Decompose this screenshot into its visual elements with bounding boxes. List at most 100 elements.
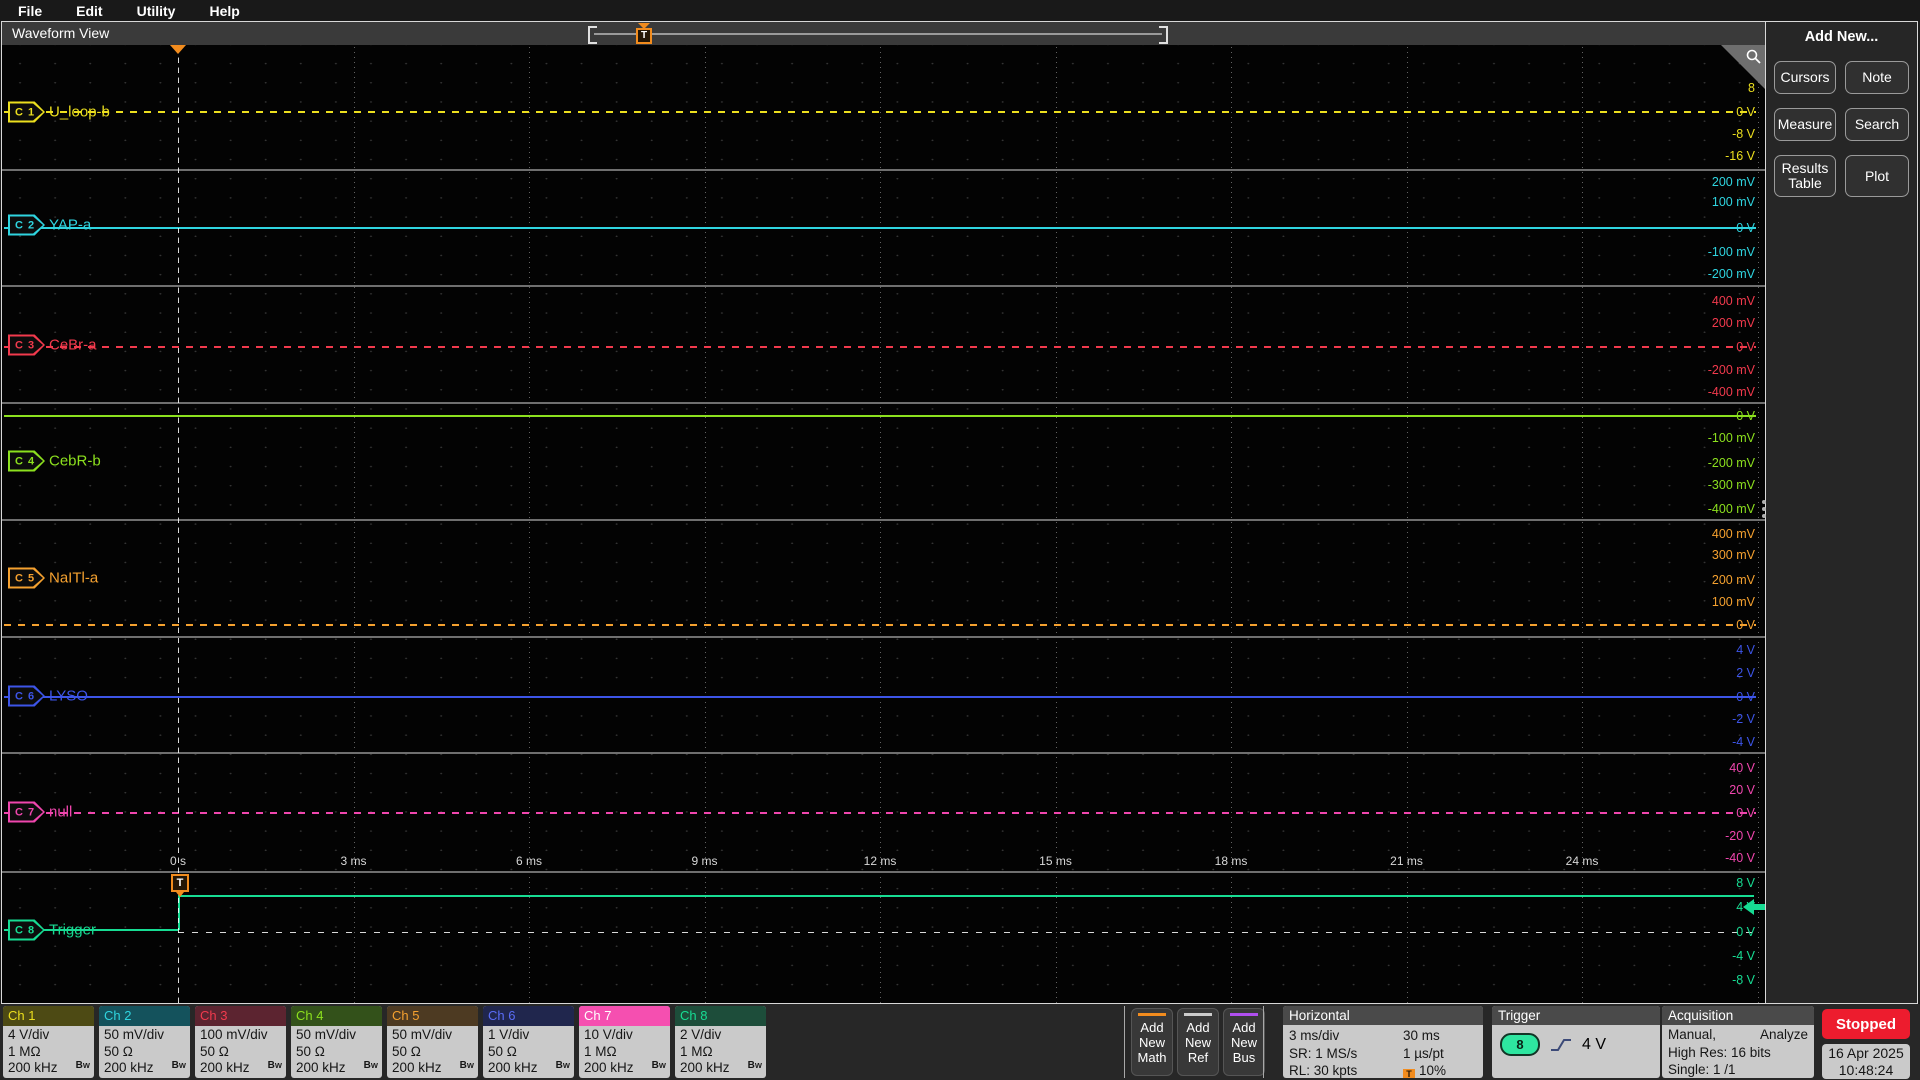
channel-badge-ch-8[interactable]: Ch 82 V/div 1 MΩ 200 kHz BW (675, 1006, 766, 1078)
bandwidth-limit-icon: BW (363, 1060, 378, 1071)
axis-tick-c3: -400 mV (1707, 385, 1755, 399)
waveform-trace-c7 (4, 812, 1756, 814)
waveform-view-title: Waveform View (12, 25, 110, 41)
acquisition-panel[interactable]: Acquisition Manual, Analyze High Res: 16… (1662, 1006, 1814, 1078)
axis-tick-c4: -300 mV (1707, 478, 1755, 492)
channel-badge-ch-5[interactable]: Ch 5 50 mV/div 50 Ω 200 kHz BW (387, 1006, 478, 1078)
horizontal-value: RL: 30 kpts (1289, 1063, 1358, 1078)
channel-label-cebr-a[interactable]: CeBr-a (49, 337, 97, 354)
menu-file[interactable]: File (18, 3, 42, 19)
axis-tick-c3: 200 mV (1711, 316, 1755, 330)
add-new-ref-button[interactable]: Add New Ref (1177, 1008, 1219, 1076)
minimap-left-bracket (588, 26, 597, 44)
acquisition-mode: Manual, (1668, 1027, 1717, 1042)
channel-badge-header: Ch 2 (99, 1006, 190, 1026)
waveform-graticule[interactable]: C 1 U_loop-b 8 0 V -8 V -16 VC 2 YAP-a 200 mV 10… (2, 45, 1765, 1003)
add-new-bus-button[interactable]: Add New Bus (1223, 1008, 1265, 1076)
axis-tick-c1: -8 V (1732, 127, 1755, 141)
channel-chip-c1[interactable]: C 1 (8, 101, 45, 123)
add-new-panel: Add New... Cursors Note Measure Search Resul… (1766, 22, 1917, 1003)
horizontal-value: SR: 1 MS/s (1289, 1045, 1358, 1061)
channel-badge-ch-3[interactable]: Ch 3 100 mV/div 50 Ω 200 kHz BW (195, 1006, 286, 1078)
trigger-panel[interactable]: Trigger 8 4 V (1492, 1006, 1660, 1078)
channel-scale: 100 mV/div (200, 1027, 268, 1042)
axis-tick-c7: 0 V (1736, 806, 1755, 820)
channel-badge-header: Ch 4 (291, 1006, 382, 1026)
minimap-trigger-marker[interactable]: T (636, 23, 652, 46)
axis-tick-c5: 100 mV (1711, 595, 1755, 609)
trigger-position-triangle-icon[interactable] (170, 45, 186, 54)
channel-chip-c8[interactable]: C 8 (8, 919, 45, 941)
bandwidth-limit-icon: BW (459, 1060, 474, 1071)
channel-chip-c5[interactable]: C 5 (8, 567, 45, 589)
channel-badge-ch-1[interactable]: Ch 14 V/div 1 MΩ 200 kHz BW (3, 1006, 94, 1078)
add-new-search-button[interactable]: Search (1845, 108, 1909, 141)
slice-divider (2, 402, 1765, 404)
channel-chip-c7[interactable]: C 7 (8, 801, 45, 823)
channel-label-u-loop-b[interactable]: U_loop-b (49, 104, 110, 121)
channel-badge-header: Ch 1 (3, 1006, 94, 1026)
axis-tick-c5: 0 V (1736, 618, 1755, 632)
axis-tick-c6: 2 V (1736, 666, 1755, 680)
settings-bar: Ch 14 V/div 1 MΩ 200 kHz BW Ch 2 50 mV/div 50 … (0, 1004, 1920, 1080)
add-new-button-line: New (1230, 1035, 1257, 1050)
trigger-t-flag[interactable]: T (171, 874, 190, 898)
horizontal-panel[interactable]: Horizontal 3 ms/div SR: 1 MS/s RL: 30 kpts… (1283, 1006, 1483, 1078)
horizontal-position-minimap[interactable]: T (588, 23, 1168, 46)
channel-badge-ch-2[interactable]: Ch 2 50 mV/div 50 Ω 200 kHz BW (99, 1006, 190, 1078)
acquisition-panel-header: Acquisition (1662, 1006, 1814, 1025)
bandwidth-limit-icon: BW (651, 1060, 666, 1071)
channel-badge-body: 50 mV/div 50 Ω 200 kHz BW (291, 1026, 382, 1077)
trigger-level-arrow-icon[interactable] (1743, 899, 1765, 915)
oscilloscope-app: File Edit Utility Help Waveform View T C 1U… (0, 0, 1920, 1080)
add-new-math-button[interactable]: Add New Math (1131, 1008, 1173, 1076)
trigger-t-flag-tip (176, 892, 184, 897)
channel-scale: 50 mV/div (104, 1027, 165, 1042)
minimap-track (594, 33, 1162, 35)
axis-tick-c5: 200 mV (1711, 573, 1755, 587)
time-axis-label: 9 ms (691, 854, 718, 868)
menu-help[interactable]: Help (209, 3, 239, 19)
channel-chip-c2[interactable]: C 2 (8, 214, 45, 236)
axis-tick-c2: 200 mV (1711, 175, 1755, 189)
axis-tick-c8: -8 V (1732, 973, 1755, 987)
menu-edit[interactable]: Edit (76, 3, 102, 19)
waveform-trace-c3 (4, 346, 1756, 348)
channel-label-yap-a[interactable]: YAP-a (49, 217, 91, 234)
waveform-view-titlebar[interactable]: Waveform View T (2, 22, 1765, 45)
add-new-results-table-button[interactable]: Results Table (1774, 155, 1836, 197)
channel-label-null[interactable]: null (49, 804, 72, 821)
panel-resize-handle[interactable] (1761, 497, 1767, 521)
channel-label-lyso[interactable]: LYSO (49, 688, 88, 705)
time-axis-label: 15 ms (1039, 854, 1072, 868)
time-axis-label: 18 ms (1214, 854, 1248, 868)
zoom-corner-fold[interactable] (1721, 45, 1765, 89)
channel-chip-c6[interactable]: C 6 (8, 685, 45, 707)
time-axis-label: 21 ms (1390, 854, 1423, 868)
add-new-button-line: Ref (1187, 1050, 1209, 1065)
axis-tick-c3: -200 mV (1707, 363, 1755, 377)
add-new-note-button[interactable]: Note (1845, 61, 1909, 94)
horizontal-col1: 3 ms/div SR: 1 MS/s RL: 30 kpts (1289, 1027, 1357, 1078)
axis-tick-c4: -100 mV (1707, 431, 1755, 445)
axis-tick-c8: 8 V (1736, 876, 1755, 890)
minimap-right-bracket (1159, 26, 1168, 44)
add-new-cursors-button[interactable]: Cursors (1774, 61, 1836, 94)
add-new-button-line: Add (1186, 1020, 1210, 1035)
add-new-plot-button[interactable]: Plot (1845, 155, 1909, 197)
trigger-source-badge: 8 (1500, 1033, 1540, 1056)
channel-label-cebr-b[interactable]: CebR-b (49, 453, 101, 470)
horizontal-value: 1 µs/pt (1403, 1045, 1444, 1061)
channel-badge-ch-7[interactable]: Ch 7 10 V/div 1 MΩ 200 kHz BW (579, 1006, 670, 1078)
add-new-measure-button[interactable]: Measure (1774, 108, 1836, 141)
horizontal-panel-header: Horizontal (1283, 1006, 1483, 1025)
channel-label-trigger[interactable]: Trigger (49, 922, 96, 939)
menu-utility[interactable]: Utility (137, 3, 176, 19)
run-stop-button[interactable]: Stopped (1822, 1009, 1910, 1039)
add-new-button-line: New (1184, 1035, 1211, 1050)
channel-badge-ch-4[interactable]: Ch 4 50 mV/div 50 Ω 200 kHz BW (291, 1006, 382, 1078)
channel-chip-c4[interactable]: C 4 (8, 450, 45, 472)
channel-label-naitl-a[interactable]: NaITl-a (49, 570, 98, 587)
channel-chip-c3[interactable]: C 3 (8, 334, 45, 356)
channel-badge-ch-6[interactable]: Ch 61 V/div 50 Ω 200 kHz BW (483, 1006, 574, 1078)
